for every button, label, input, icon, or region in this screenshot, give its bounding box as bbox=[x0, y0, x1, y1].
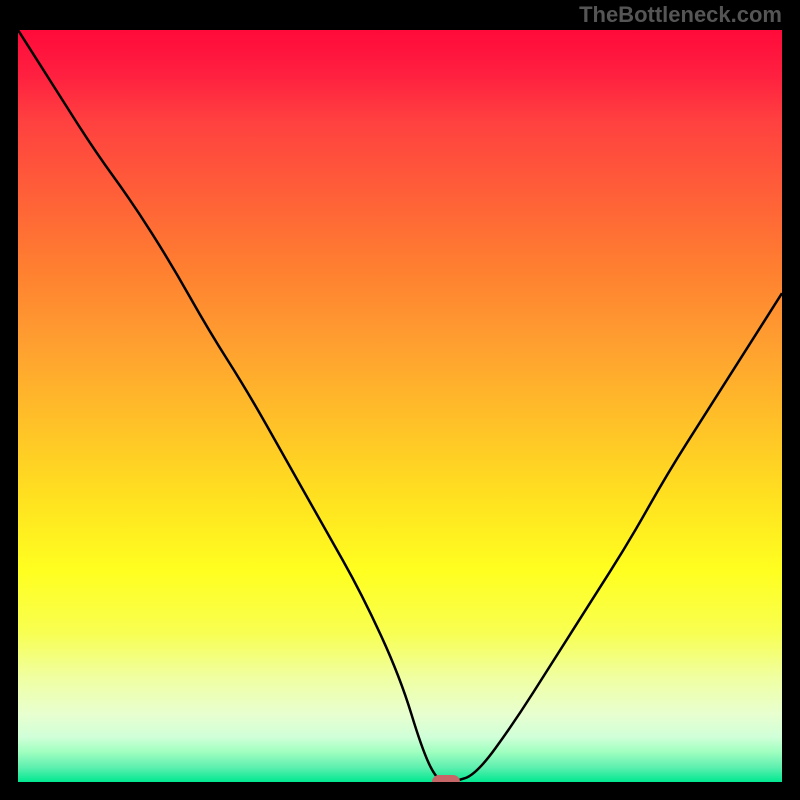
bottleneck-curve bbox=[18, 30, 782, 782]
optimal-point-marker bbox=[432, 775, 460, 782]
plot-area bbox=[18, 30, 782, 782]
watermark-text: TheBottleneck.com bbox=[579, 2, 782, 28]
